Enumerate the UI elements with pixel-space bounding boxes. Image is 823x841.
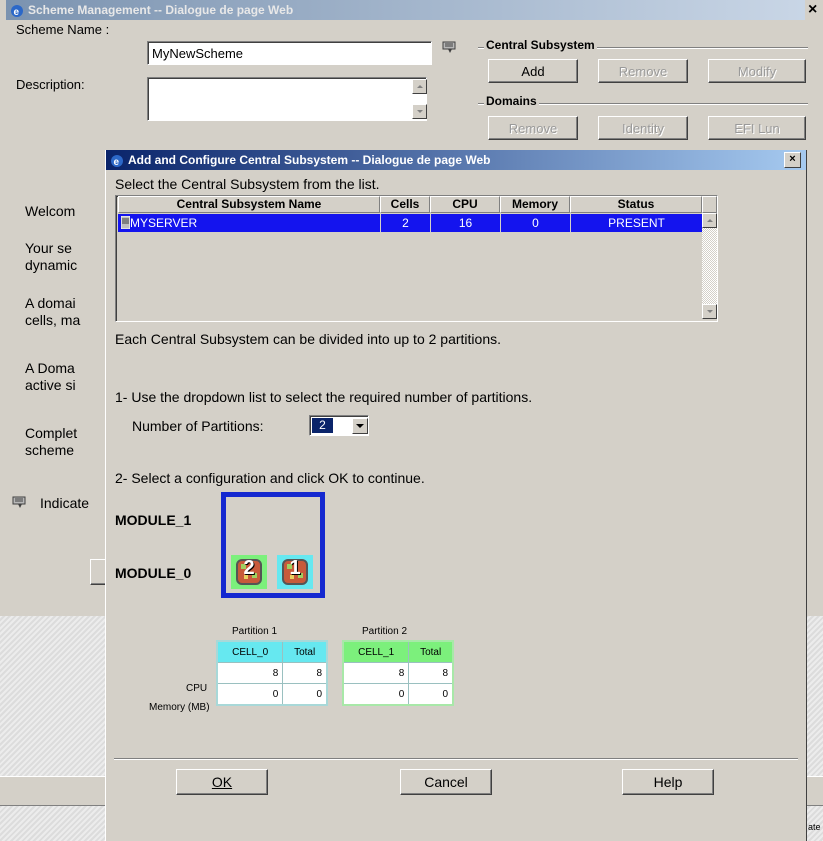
domains-remove-button[interactable]: Remove (488, 116, 578, 140)
row-cells-cell: 2 (381, 214, 430, 232)
column-header-status[interactable]: Status (570, 196, 702, 213)
description-label: Description: (16, 77, 85, 92)
number-of-partitions-label: Number of Partitions: (132, 418, 264, 434)
dialog-button-separator (114, 758, 798, 759)
list-scroll-up[interactable] (702, 213, 717, 228)
svg-text:e: e (14, 7, 20, 18)
outer-title-bar: e Scheme Management -- Dialogue de page W… (6, 0, 805, 20)
partition-1-table: CELL_0 Total 8 8 0 0 (216, 640, 328, 706)
domain-text-fragment: A domai (25, 295, 76, 311)
module-0-label: MODULE_0 (115, 565, 192, 581)
add-configure-dialog: e Add and Configure Central Subsystem -- … (105, 150, 807, 841)
row-cpu-cell: 16 (431, 214, 500, 232)
cs-remove-button[interactable]: Remove (598, 59, 688, 83)
list-scroll-down[interactable] (702, 304, 717, 319)
cs-modify-button[interactable]: Modify (708, 59, 806, 83)
partition-configuration-option[interactable]: 2 1 (221, 492, 325, 598)
row-memory-cell: 0 (501, 214, 570, 232)
required-indicator-icon (12, 496, 26, 508)
cancel-button[interactable]: Cancel (400, 769, 492, 795)
ie-icon: e (111, 154, 123, 168)
partition-cpu-total: 8 (408, 662, 454, 684)
welcome-text-fragment: Welcom (25, 203, 76, 219)
dialog-title-bar: e Add and Configure Central Subsystem -- … (106, 150, 806, 170)
domains-efi-lun-button[interactable]: EFI Lun (708, 116, 806, 140)
cs-add-button[interactable]: Add (488, 59, 578, 83)
ok-button[interactable]: OK (176, 769, 268, 795)
partition-2-table: CELL_1 Total 8 8 0 0 (342, 640, 454, 706)
partition-mem-total: 0 (282, 683, 328, 706)
ok-label: OK (211, 774, 233, 790)
number-of-partitions-select[interactable]: 2 (309, 415, 369, 436)
close-icon[interactable]: × (808, 1, 817, 19)
dialog-title: Add and Configure Central Subsystem -- D… (128, 153, 491, 167)
help-label: Help (653, 774, 683, 790)
domain-text-fragment: active si (25, 377, 76, 393)
cell-slot-number: 1 (289, 557, 301, 579)
outer-title: Scheme Management -- Dialogue de page We… (28, 3, 294, 17)
description-scroll-down[interactable] (412, 104, 427, 119)
dialog-close-button[interactable]: × (784, 152, 801, 168)
domain-text-fragment: A Doma (25, 360, 75, 376)
memory-row-label: Memory (MB) (149, 702, 210, 713)
partition-mem-cell: 0 (216, 683, 284, 706)
row-name-cell: MYSERVER (118, 214, 380, 232)
help-button[interactable]: Help (622, 769, 714, 795)
cell-slot[interactable]: 1 (277, 555, 313, 589)
server-icon (121, 216, 130, 229)
partition-cpu-total: 8 (282, 662, 328, 684)
domains-group-label: Domains (484, 94, 539, 108)
domains-identity-button[interactable]: Identity (598, 116, 688, 140)
ie-icon: e (11, 4, 23, 18)
required-indicator-icon (442, 41, 456, 53)
row-name: MYSERVER (130, 216, 198, 230)
step-1-instruction: 1- Use the dropdown list to select the r… (115, 389, 533, 405)
column-header-filler (702, 196, 717, 213)
partition-total-header: Total (282, 640, 328, 663)
indicate-text-fragment: Indicate (40, 495, 90, 511)
cancel-label: Cancel (424, 774, 468, 790)
chevron-down-icon[interactable] (352, 418, 368, 434)
intro-text-fragment: Your se (25, 240, 72, 256)
list-scrollbar[interactable] (702, 213, 717, 319)
partition-cpu-cell: 8 (342, 662, 410, 684)
partition-cell-header: CELL_0 (216, 640, 284, 663)
description-scroll-up[interactable] (412, 79, 427, 94)
cell-slot[interactable]: 2 (231, 555, 267, 589)
description-textarea[interactable] (147, 77, 427, 121)
column-header-cpu[interactable]: CPU (430, 196, 500, 213)
partition-cpu-cell: 8 (216, 662, 284, 684)
list-empty-area (118, 232, 702, 319)
central-subsystem-group-label: Central Subsystem (484, 38, 597, 52)
partition-1-title: Partition 1 (232, 626, 278, 637)
svg-text:e: e (114, 157, 120, 168)
table-row[interactable]: MYSERVER 2 16 0 PRESENT (118, 214, 702, 232)
scheme-name-input[interactable]: MyNewScheme (147, 41, 432, 65)
select-prompt: Select the Central Subsystem from the li… (115, 176, 380, 192)
domain-text-fragment: cells, ma (25, 312, 81, 328)
scheme-name-value: MyNewScheme (152, 46, 244, 61)
row-status-cell: PRESENT (571, 214, 702, 232)
partition-cell-header: CELL_1 (342, 640, 410, 663)
number-of-partitions-value: 2 (312, 418, 333, 433)
column-header-memory[interactable]: Memory (500, 196, 570, 213)
module-1-label: MODULE_1 (115, 512, 192, 528)
partition-total-header: Total (408, 640, 454, 663)
complete-text-fragment: Complet (25, 425, 78, 441)
complete-text-fragment: scheme (25, 442, 75, 458)
cell-slot-number: 2 (243, 557, 255, 579)
partition-2-title: Partition 2 (362, 626, 408, 637)
central-subsystem-list[interactable]: Central Subsystem Name Cells CPU Memory … (115, 195, 718, 322)
cpu-row-label: CPU (186, 683, 208, 694)
partition-mem-cell: 0 (342, 683, 410, 706)
partition-mem-total: 0 (408, 683, 454, 706)
column-header-name[interactable]: Central Subsystem Name (118, 196, 380, 213)
intro-text-fragment: dynamic (25, 257, 78, 273)
step-2-instruction: 2- Select a configuration and click OK t… (115, 470, 425, 486)
scheme-name-label: Scheme Name : (16, 22, 110, 37)
partition-note: Each Central Subsystem can be divided in… (115, 331, 501, 347)
background-fragment: ate (808, 822, 821, 832)
column-header-cells[interactable]: Cells (380, 196, 430, 213)
